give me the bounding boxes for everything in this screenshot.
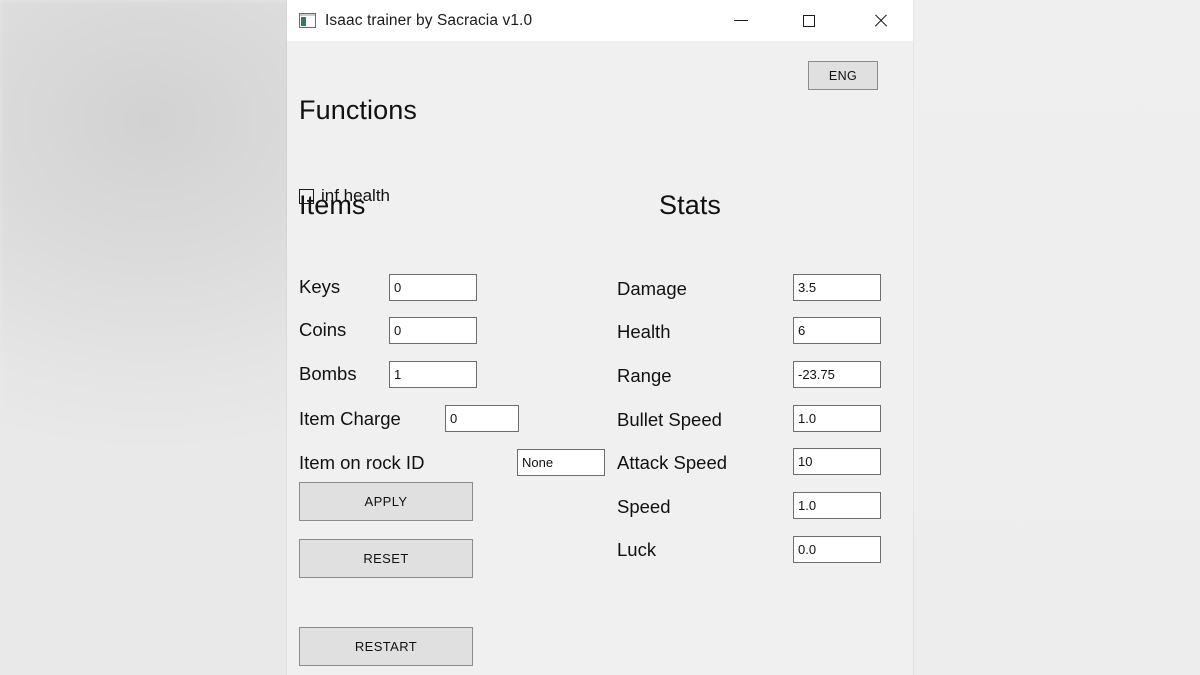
- label-speed: Speed: [617, 496, 671, 517]
- label-range: Range: [617, 365, 672, 386]
- minimize-button[interactable]: [718, 0, 764, 41]
- input-speed[interactable]: [793, 492, 881, 519]
- window-title: Isaac trainer by Sacracia v1.0: [325, 11, 533, 29]
- app-window-icon: [299, 13, 316, 28]
- label-keys: Keys: [299, 276, 341, 297]
- close-icon: [873, 13, 888, 28]
- input-bullet-speed[interactable]: [793, 405, 881, 432]
- maximize-icon: [803, 14, 815, 27]
- input-item-on-rock-id[interactable]: [517, 449, 605, 476]
- label-bullet-speed: Bullet Speed: [617, 409, 722, 430]
- label-coins: Coins: [299, 319, 347, 340]
- close-button[interactable]: [857, 0, 903, 41]
- input-keys[interactable]: [389, 274, 477, 301]
- language-toggle-button[interactable]: ENG: [808, 61, 878, 90]
- label-bombs: Bombs: [299, 363, 357, 384]
- input-bombs[interactable]: [389, 361, 477, 388]
- input-luck[interactable]: [793, 536, 881, 563]
- input-attack-speed[interactable]: [793, 448, 881, 475]
- label-luck: Luck: [617, 539, 657, 560]
- application-window: Isaac trainer by Sacracia v1.0 ENG Funct…: [287, 0, 913, 675]
- reset-button[interactable]: RESET: [299, 539, 473, 578]
- maximize-button[interactable]: [786, 0, 832, 41]
- input-damage[interactable]: [793, 274, 881, 301]
- input-range[interactable]: [793, 361, 881, 388]
- label-item-charge: Item Charge: [299, 408, 401, 429]
- label-health: Health: [617, 321, 671, 342]
- label-item-on-rock-id: Item on rock ID: [299, 452, 425, 473]
- desktop-backdrop-right: [913, 0, 1200, 675]
- window-client-area: ENG Functions inf health Items Stats Key…: [287, 41, 913, 675]
- items-heading: Items: [299, 190, 366, 220]
- label-attack-speed: Attack Speed: [617, 452, 728, 473]
- input-health[interactable]: [793, 317, 881, 344]
- restart-button[interactable]: RESTART: [299, 627, 473, 666]
- title-bar[interactable]: Isaac trainer by Sacracia v1.0: [287, 0, 913, 41]
- functions-heading: Functions: [299, 95, 417, 125]
- input-item-charge[interactable]: [445, 405, 519, 432]
- label-damage: Damage: [617, 278, 687, 299]
- minimize-icon: [734, 20, 748, 21]
- input-coins[interactable]: [389, 317, 477, 344]
- apply-button[interactable]: APPLY: [299, 482, 473, 521]
- stats-heading: Stats: [659, 190, 722, 220]
